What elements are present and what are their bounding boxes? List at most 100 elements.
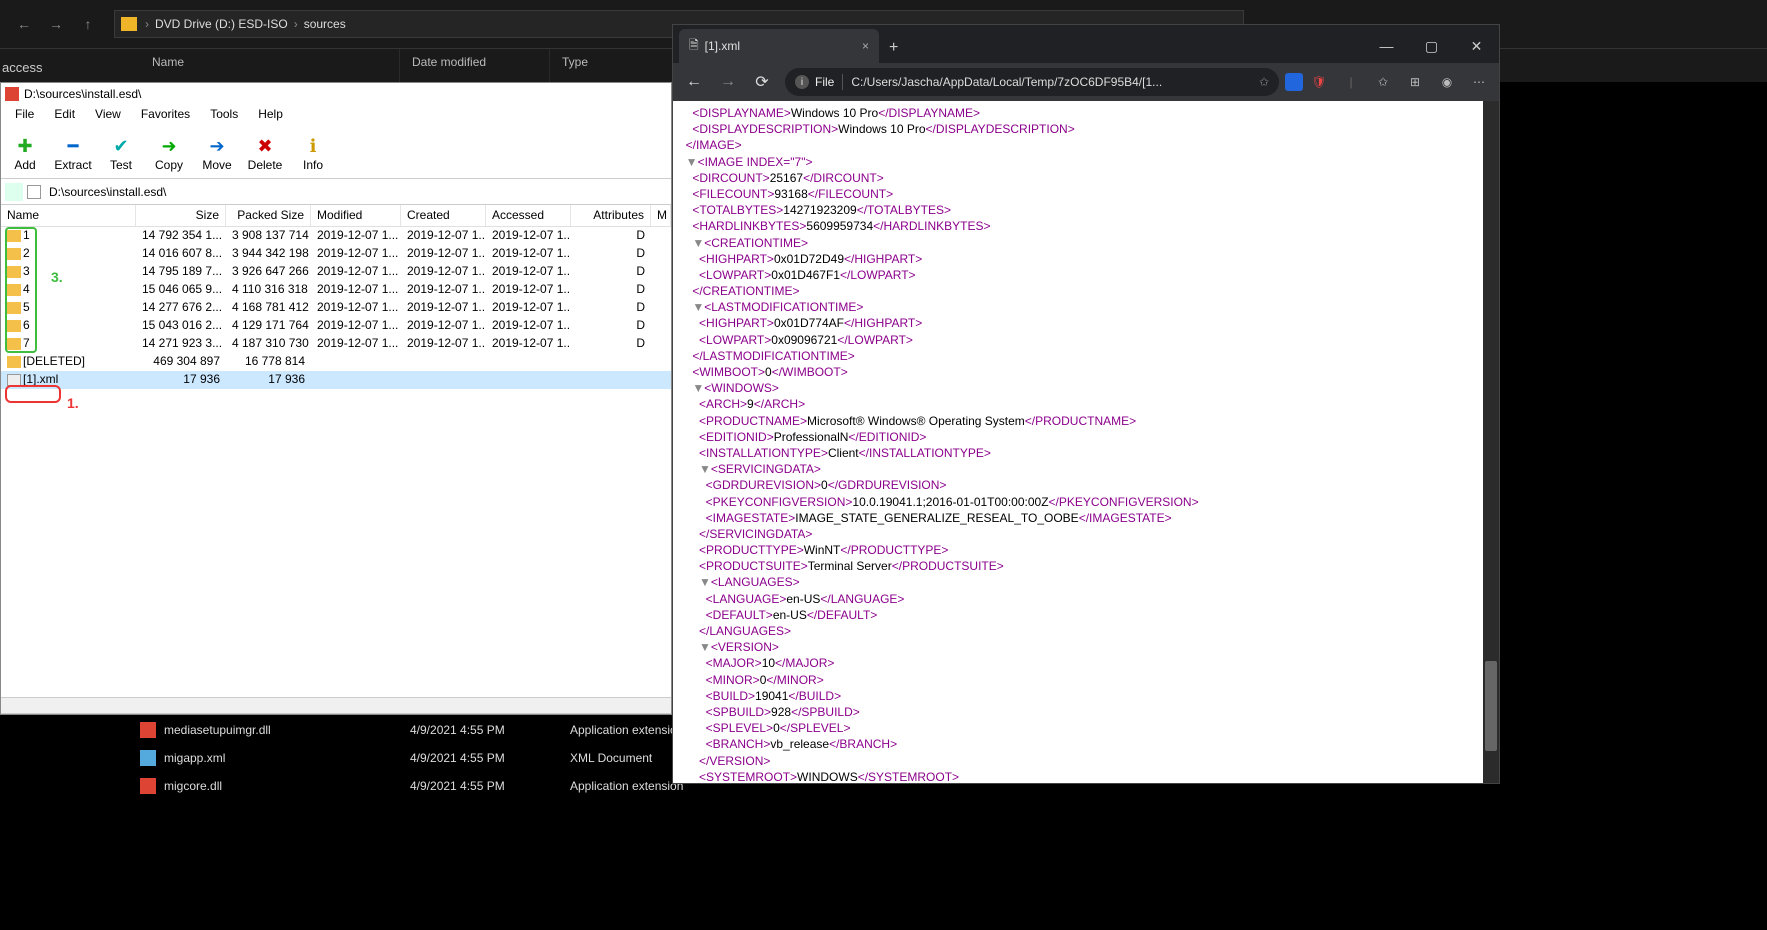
tab-file-icon: 🗎 — [689, 36, 699, 57]
vertical-scrollbar[interactable] — [1483, 101, 1499, 783]
menu-item-edit[interactable]: Edit — [44, 105, 85, 127]
file-row[interactable]: [DELETED]469 304 89716 778 814 — [1, 353, 671, 371]
explorer-up-button[interactable]: ↑ — [72, 8, 104, 40]
file-row[interactable]: 314 795 189 7...3 926 647 2662019-12-07 … — [1, 263, 671, 281]
file-icon — [27, 185, 41, 199]
tab-close-icon[interactable]: × — [862, 39, 869, 53]
sevenzip-path-input[interactable] — [45, 183, 667, 201]
file-row[interactable]: 714 271 923 3...4 187 310 7302019-12-07 … — [1, 335, 671, 353]
menu-item-file[interactable]: File — [5, 105, 44, 127]
xml-line: <INSTALLATIONTYPE>Client</INSTALLATIONTY… — [679, 445, 1499, 461]
close-button[interactable]: ✕ — [1454, 29, 1499, 63]
menu-item-help[interactable]: Help — [248, 105, 293, 127]
file-row[interactable]: 615 043 016 2...4 129 171 7642019-12-07 … — [1, 317, 671, 335]
xml-line: ▼<IMAGE INDEX="7"> — [679, 154, 1499, 170]
browser-tab[interactable]: 🗎 [1].xml × — [679, 29, 879, 63]
sevenzip-title-text: D:\sources\install.esd\ — [24, 87, 141, 101]
sevenzip-window: D:\sources\install.esd\ FileEditViewFavo… — [0, 82, 672, 715]
favorite-icon[interactable]: ✩ — [1259, 75, 1269, 89]
file-row[interactable]: 415 046 065 9...4 110 316 3182019-12-07 … — [1, 281, 671, 299]
explorer-row[interactable]: mediasetupuimgr.dll4/9/2021 4:55 PMAppli… — [140, 716, 750, 744]
col-name[interactable]: Name — [1, 205, 136, 226]
xml-line: <MAJOR>10</MAJOR> — [679, 655, 1499, 671]
xml-line: <LOWPART>0x01D467F1</LOWPART> — [679, 267, 1499, 283]
xml-line: <ARCH>9</ARCH> — [679, 396, 1499, 412]
explorer-row[interactable]: migapp.xml4/9/2021 4:55 PMXML Document — [140, 744, 750, 772]
xml-line: <PRODUCTTYPE>WinNT</PRODUCTTYPE> — [679, 542, 1499, 558]
col-m[interactable]: M — [651, 205, 671, 226]
sevenzip-list-header: Name Size Packed Size Modified Created A… — [1, 205, 671, 227]
up-arrow-icon[interactable] — [5, 183, 23, 201]
col-created[interactable]: Created — [401, 205, 486, 226]
xml-line: <DISPLAYDESCRIPTION>Windows 10 Pro</DISP… — [679, 121, 1499, 137]
file-row[interactable]: 514 277 676 2...4 168 781 4122019-12-07 … — [1, 299, 671, 317]
sevenzip-file-list[interactable]: 114 792 354 1...3 908 137 7142019-12-07 … — [1, 227, 671, 697]
new-tab-button[interactable]: + — [879, 33, 908, 63]
xml-line: <PRODUCTNAME>Microsoft® Windows® Operati… — [679, 413, 1499, 429]
file-row[interactable]: 114 792 354 1...3 908 137 7142019-12-07 … — [1, 227, 671, 245]
menu-item-favorites[interactable]: Favorites — [131, 105, 200, 127]
xml-line: </LANGUAGES> — [679, 623, 1499, 639]
browser-url-bar[interactable]: i File C:/Users/Jascha/AppData/Local/Tem… — [785, 68, 1279, 96]
tool-extract[interactable]: ━Extract — [49, 129, 97, 178]
minimize-button[interactable]: ― — [1364, 29, 1409, 63]
page-info-icon[interactable]: i — [795, 75, 809, 89]
browser-content-xml[interactable]: <DISPLAYNAME>Windows 10 Pro</DISPLAYNAME… — [673, 101, 1499, 783]
browser-toolbar: ← → ⟳ i File C:/Users/Jascha/AppData/Loc… — [673, 63, 1499, 101]
horizontal-scrollbar[interactable] — [1, 697, 671, 713]
xml-line: <LANGUAGE>en-US</LANGUAGE> — [679, 591, 1499, 607]
explorer-row[interactable]: migcore.dll4/9/2021 4:55 PMApplication e… — [140, 772, 750, 800]
tool-copy[interactable]: ➜Copy — [145, 129, 193, 178]
breadcrumb-segment[interactable]: DVD Drive (D:) ESD-ISO — [151, 17, 292, 31]
annotation-green-label: 3. — [51, 269, 63, 285]
browser-window: 🗎 [1].xml × + ― ▢ ✕ ← → ⟳ i File C:/User… — [672, 24, 1500, 784]
sevenzip-toolbar: ✚Add━Extract✔Test➜Copy➔Move✖DeleteℹInfo — [1, 127, 671, 179]
sevenzip-titlebar[interactable]: D:\sources\install.esd\ — [1, 83, 671, 105]
column-type[interactable]: Type — [550, 49, 690, 82]
col-packed[interactable]: Packed Size — [226, 205, 311, 226]
col-size[interactable]: Size — [136, 205, 226, 226]
xml-line: <TOTALBYTES>14271923209</TOTALBYTES> — [679, 202, 1499, 218]
collections-icon[interactable]: ⊞ — [1399, 68, 1431, 96]
tab-title: [1].xml — [705, 39, 740, 53]
col-attributes[interactable]: Attributes — [571, 205, 651, 226]
sevenzip-menubar: FileEditViewFavoritesToolsHelp — [1, 105, 671, 127]
tool-move[interactable]: ➔Move — [193, 129, 241, 178]
xml-line: <DISPLAYNAME>Windows 10 Pro</DISPLAYNAME… — [679, 105, 1499, 121]
xml-line: <LOWPART>0x09096721</LOWPART> — [679, 332, 1499, 348]
explorer-back-button[interactable]: ← — [8, 8, 40, 40]
tool-delete[interactable]: ✖Delete — [241, 129, 289, 178]
extension-icon[interactable]: 🛡 — [1303, 68, 1335, 96]
tool-info[interactable]: ℹInfo — [289, 129, 337, 178]
xml-line: <PKEYCONFIGVERSION>10.0.19041.1;2016-01-… — [679, 494, 1499, 510]
xml-line: <SPLEVEL>0</SPLEVEL> — [679, 720, 1499, 736]
browser-refresh-button[interactable]: ⟳ — [745, 66, 779, 98]
browser-back-button[interactable]: ← — [677, 66, 711, 98]
browser-forward-button[interactable]: → — [711, 66, 745, 98]
xml-line: <GDRDUREVISION>0</GDRDUREVISION> — [679, 477, 1499, 493]
xml-line: <DIRCOUNT>25167</DIRCOUNT> — [679, 170, 1499, 186]
column-date[interactable]: Date modified — [400, 49, 550, 82]
xml-line: <MINOR>0</MINOR> — [679, 672, 1499, 688]
file-row[interactable]: 214 016 607 8...3 944 342 1982019-12-07 … — [1, 245, 671, 263]
menu-item-view[interactable]: View — [85, 105, 131, 127]
tool-add[interactable]: ✚Add — [1, 129, 49, 178]
extension-icon[interactable] — [1285, 73, 1303, 91]
profile-icon[interactable]: ◉ — [1431, 68, 1463, 96]
breadcrumb-segment[interactable]: sources — [300, 17, 350, 31]
maximize-button[interactable]: ▢ — [1409, 29, 1454, 63]
xml-line: <EDITIONID>ProfessionalN</EDITIONID> — [679, 429, 1499, 445]
xml-line: <PRODUCTSUITE>Terminal Server</PRODUCTSU… — [679, 558, 1499, 574]
file-row[interactable]: [1].xml17 93617 936 — [1, 371, 671, 389]
col-modified[interactable]: Modified — [311, 205, 401, 226]
xml-line: <HIGHPART>0x01D774AF</HIGHPART> — [679, 315, 1499, 331]
xml-line: </SERVICINGDATA> — [679, 526, 1499, 542]
column-name[interactable]: Name — [140, 49, 400, 82]
xml-line: <WIMBOOT>0</WIMBOOT> — [679, 364, 1499, 380]
favorites-icon[interactable]: ✩ — [1367, 68, 1399, 96]
menu-icon[interactable]: ⋯ — [1463, 68, 1495, 96]
col-accessed[interactable]: Accessed — [486, 205, 571, 226]
menu-item-tools[interactable]: Tools — [200, 105, 248, 127]
tool-test[interactable]: ✔Test — [97, 129, 145, 178]
explorer-forward-button[interactable]: → — [40, 8, 72, 40]
